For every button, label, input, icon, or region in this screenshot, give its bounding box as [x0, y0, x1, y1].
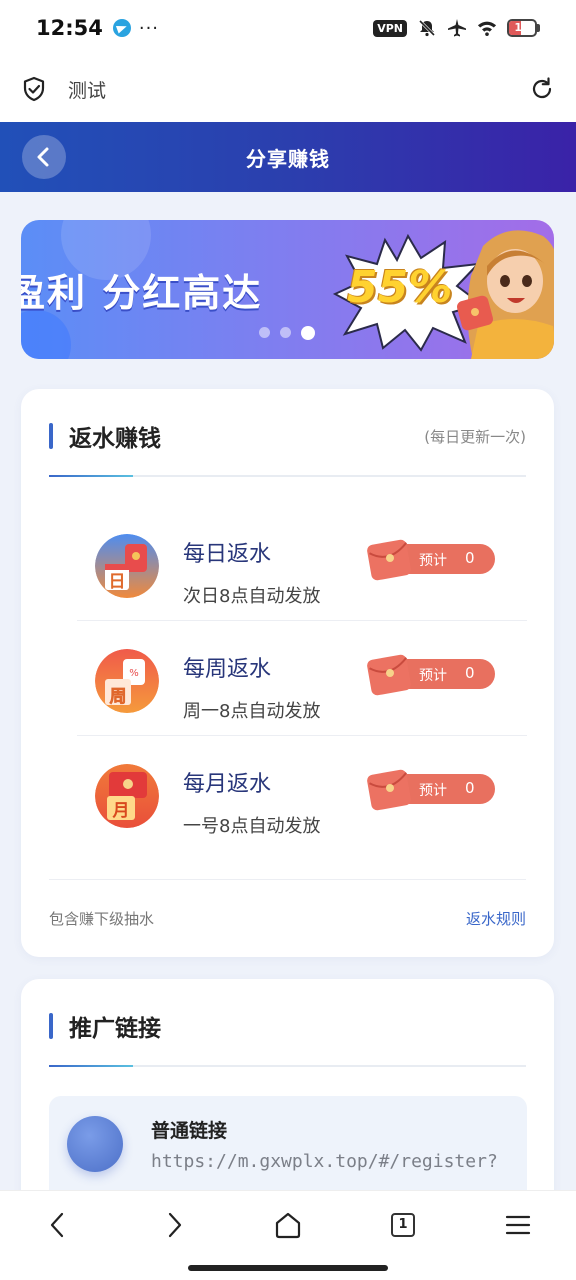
link-avatar — [67, 1116, 123, 1172]
estimate-label: 预计 — [419, 783, 447, 799]
promo-banner[interactable]: 盈利 分红高达 55% — [21, 220, 554, 359]
estimate-value: 0 — [465, 779, 475, 797]
status-bar: 12:54 ··· VPN 14 — [0, 0, 576, 56]
estimate-value: 0 — [465, 664, 475, 682]
forward-icon — [168, 1212, 182, 1238]
carousel-dot-active[interactable] — [301, 326, 315, 340]
estimate-badge[interactable]: 预计 0 — [365, 534, 495, 590]
mute-icon — [418, 19, 436, 37]
vpn-badge: VPN — [373, 19, 407, 37]
telegram-icon — [112, 19, 131, 37]
browser-toolbar: 测试 — [0, 56, 576, 122]
mascot-girl-image — [457, 230, 554, 359]
page-header: 分享赚钱 — [0, 122, 576, 192]
rebate-card-note: (每日更新一次) — [424, 427, 526, 446]
rebate-footer-note: 包含赚下级抽水 — [49, 910, 155, 928]
rebate-card: 返水赚钱 (每日更新一次) 日 每日返水 次日8点自动发放 预计 0 % 周 每… — [21, 389, 554, 957]
more-notifications-icon: ··· — [138, 17, 160, 39]
weekly-calendar-icon: % 周 — [95, 649, 159, 713]
nav-menu-button[interactable] — [494, 1205, 542, 1245]
monthly-calendar-icon: 月 — [95, 764, 159, 828]
status-time: 12:54 — [36, 16, 103, 40]
estimate-value: 0 — [465, 549, 475, 567]
rebate-row-daily: 日 每日返水 次日8点自动发放 预计 0 — [77, 506, 527, 621]
weekly-badge-text: 周 — [110, 687, 127, 707]
rebate-title: 每月返水 — [183, 772, 272, 797]
red-envelope-icon — [367, 539, 411, 581]
monthly-badge-text: 月 — [112, 801, 130, 821]
rebate-rules-link[interactable]: 返水规则 — [466, 908, 526, 929]
estimate-label: 预计 — [419, 668, 447, 684]
section-marker — [49, 1013, 53, 1039]
rebate-subtitle: 次日8点自动发放 — [183, 586, 321, 607]
banner-text: 盈利 分红高达 — [21, 271, 263, 315]
rebate-row-monthly: 月 每月返水 一号8点自动发放 预计 0 — [77, 736, 527, 851]
daily-badge-text: 日 — [109, 572, 126, 592]
nav-home-button[interactable] — [264, 1205, 312, 1245]
reload-icon[interactable] — [528, 75, 556, 103]
nav-back-button[interactable] — [34, 1205, 82, 1245]
tabs-icon: 1 — [391, 1213, 415, 1237]
carousel-dot[interactable] — [280, 327, 291, 338]
link-url[interactable]: https://m.gxwplx.top/#/register? — [151, 1151, 498, 1172]
estimate-label: 预计 — [419, 553, 447, 569]
nav-forward-button[interactable] — [150, 1205, 198, 1245]
banner-highlight: 55% — [347, 262, 453, 313]
shield-check-icon[interactable] — [20, 75, 48, 103]
menu-icon — [505, 1215, 531, 1235]
rebate-subtitle: 一号8点自动发放 — [183, 816, 321, 837]
carousel-dots[interactable] — [259, 326, 315, 340]
carousel-dot[interactable] — [259, 327, 270, 338]
home-indicator[interactable] — [188, 1265, 388, 1271]
rebate-subtitle: 周一8点自动发放 — [183, 701, 321, 722]
nav-tabs-button[interactable]: 1 — [379, 1205, 427, 1245]
red-envelope-icon — [367, 769, 411, 811]
svg-text:%: % — [129, 668, 139, 679]
battery-indicator: 14 — [507, 19, 540, 37]
back-icon — [50, 1212, 64, 1238]
chevron-left-icon — [37, 147, 49, 167]
section-marker — [49, 423, 53, 449]
browser-page-title: 测试 — [68, 79, 107, 102]
estimate-badge[interactable]: 预计 0 — [365, 649, 495, 705]
page-title: 分享赚钱 — [246, 146, 330, 171]
promo-card-title: 推广链接 — [69, 1016, 161, 1042]
promo-link-card: 推广链接 普通链接 https://m.gxwplx.top/#/registe… — [21, 979, 554, 1219]
rebate-title: 每日返水 — [183, 542, 272, 567]
link-title: 普通链接 — [151, 1120, 228, 1142]
home-icon — [275, 1212, 301, 1239]
wifi-icon — [477, 21, 497, 36]
battery-percent: 14 — [514, 21, 530, 34]
airplane-icon — [448, 19, 466, 37]
red-envelope-icon — [367, 654, 411, 696]
rebate-row-weekly: % 周 每周返水 周一8点自动发放 预计 0 — [77, 621, 527, 736]
rebate-card-title: 返水赚钱 — [69, 426, 161, 452]
daily-calendar-icon: 日 — [95, 534, 159, 598]
rebate-title: 每周返水 — [183, 657, 272, 682]
back-button[interactable] — [22, 135, 66, 179]
estimate-badge[interactable]: 预计 0 — [365, 764, 495, 820]
